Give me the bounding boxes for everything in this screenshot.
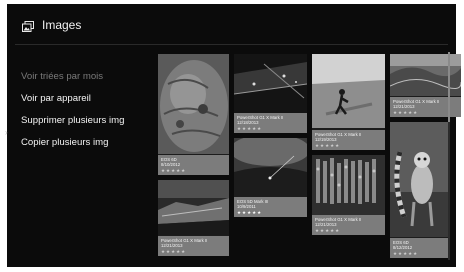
photo-tile[interactable]: PowerShot G1 X Mark II 12/21/2013 ★★★★★ (312, 155, 385, 235)
scrollbar-thumb[interactable] (448, 52, 450, 122)
photo-tile[interactable]: PowerShot G1 X Mark II 12/19/2013 ★★★★★ (312, 54, 385, 150)
photo-market-stall (312, 155, 385, 215)
photo-sand-dunes (390, 54, 461, 96)
photo-person-field (312, 54, 385, 128)
photo-caption: PowerShot G1 X Mark II 12/21/2013 ★★★★★ (390, 97, 461, 117)
photo-lighthouse-sky (234, 138, 307, 190)
menu-item-copy-multiple[interactable]: Copier plusieurs img (21, 132, 124, 154)
photo-gallery-icon (22, 21, 34, 32)
photo-tile[interactable]: PowerShot G1 X Mark II 12/18/2013 ★★★★★ (234, 54, 307, 133)
header-divider (15, 44, 448, 45)
photo-caption: EOS 6D 8/12/2012 ★★★★★ (390, 238, 448, 258)
photo-city-night (158, 180, 229, 235)
photo-caption: PowerShot G1 X Mark II 12/19/2013 ★★★★★ (312, 130, 385, 150)
side-menu: Voir triées par mois Voir par appareil S… (21, 66, 124, 154)
photo-rock-texture (158, 54, 229, 154)
rating-stars: ★★★★★ (393, 250, 419, 256)
rating-stars: ★★★★★ (237, 209, 263, 215)
photo-caption: EOS 5D Mark III 10/9/2011 ★★★★★ (234, 197, 307, 217)
rating-stars: ★★★★★ (315, 227, 341, 233)
photo-caption: EOS 6D 8/10/2012 ★★★★★ (158, 155, 229, 175)
page-title: Images (42, 18, 82, 32)
photo-tile[interactable]: PowerShot G1 X Mark II 12/21/2013 ★★★★★ (390, 54, 461, 117)
photo-tile[interactable]: PowerShot G1 X Mark II 12/21/2013 ★★★★★ (158, 180, 229, 256)
photo-caption: PowerShot G1 X Mark II 12/21/2013 ★★★★★ (312, 215, 385, 235)
gallery-screen: Images › Voir triées par mois Voir par a… (5, 4, 461, 267)
menu-item-sort-by-month[interactable]: Voir triées par mois (21, 66, 124, 88)
header-bar: Images (7, 4, 456, 44)
focus-indicator-icon: › (5, 128, 8, 137)
rating-stars: ★★★★★ (161, 248, 187, 254)
photo-caption: PowerShot G1 X Mark II 12/21/2013 ★★★★★ (158, 236, 229, 256)
photo-tile[interactable]: EOS 6D 8/12/2012 ★★★★★ (390, 122, 448, 258)
menu-item-view-by-camera[interactable]: Voir par appareil (21, 88, 124, 110)
photo-caption: PowerShot G1 X Mark II 12/18/2013 ★★★★★ (234, 113, 307, 133)
photo-tile[interactable]: EOS 6D 8/10/2012 ★★★★★ (158, 54, 229, 175)
rating-stars: ★★★★★ (315, 142, 341, 148)
photo-harbor-night (234, 54, 307, 114)
menu-item-delete-multiple[interactable]: Supprimer plusieurs img (21, 110, 124, 132)
photo-lemur (390, 122, 448, 237)
rating-stars: ★★★★★ (161, 167, 187, 173)
rating-stars: ★★★★★ (237, 125, 263, 131)
photo-tile[interactable]: EOS 5D Mark III 10/9/2011 ★★★★★ (234, 138, 307, 217)
